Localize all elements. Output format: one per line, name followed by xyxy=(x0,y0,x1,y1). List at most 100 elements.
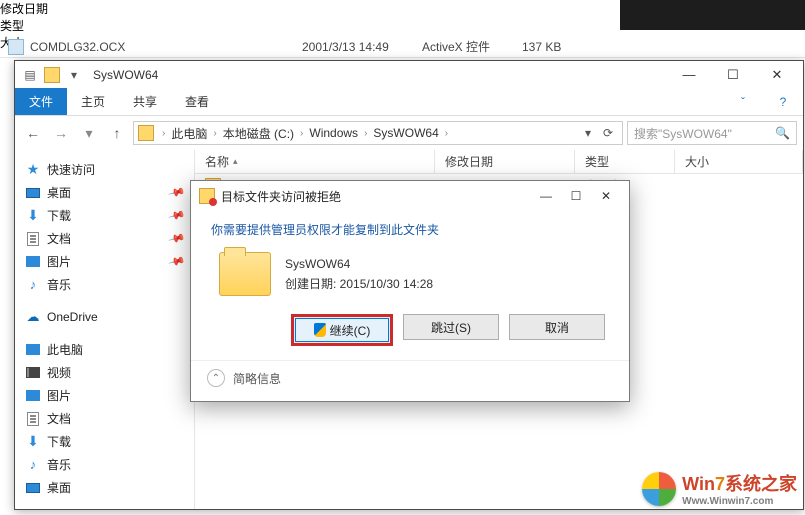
sidebar-item-videos[interactable]: 视频 xyxy=(19,361,190,384)
qat-dropdown[interactable]: ▾ xyxy=(63,64,85,86)
col-name[interactable]: 名称▴ xyxy=(195,150,435,173)
sidebar-item-music[interactable]: ♪音乐 xyxy=(19,273,190,296)
parent-file-type: ActiveX 控件 xyxy=(422,38,522,55)
music-icon: ♪ xyxy=(25,277,41,293)
window-maximize-button[interactable]: ☐ xyxy=(711,61,755,89)
video-icon xyxy=(25,365,41,381)
sidebar-quick-access[interactable]: ★快速访问 xyxy=(19,158,190,181)
sidebar-item-desktop-pc[interactable]: 桌面 xyxy=(19,476,190,499)
crumb-windows[interactable]: Windows xyxy=(307,126,360,140)
pc-icon xyxy=(25,342,41,358)
crumb-thispc[interactable]: 此电脑 xyxy=(169,125,209,142)
nav-back-button[interactable]: ← xyxy=(21,121,45,145)
search-input[interactable]: 搜索"SysWOW64" 🔍 xyxy=(627,121,797,145)
ribbon-tab-share[interactable]: 共享 xyxy=(119,88,171,115)
pin-icon: 📌 xyxy=(168,183,186,201)
refresh-button[interactable]: ⟳ xyxy=(598,126,618,140)
dialog-close-button[interactable]: ✕ xyxy=(591,184,621,208)
sidebar-item-music-pc[interactable]: ♪音乐 xyxy=(19,453,190,476)
dialog-folder-name: SysWOW64 xyxy=(285,257,433,271)
chevron-up-icon: ⌃ xyxy=(207,369,225,387)
sort-caret-icon: ▴ xyxy=(233,156,238,167)
dialog-title: 目标文件夹访问被拒绝 xyxy=(221,188,531,205)
crumb-drive-c[interactable]: 本地磁盘 (C:) xyxy=(221,125,296,142)
music-icon: ♪ xyxy=(25,457,41,473)
uac-shield-icon xyxy=(314,323,326,337)
dialog-minimize-button[interactable]: — xyxy=(531,184,561,208)
sidebar-item-documents-pc[interactable]: 文档 xyxy=(19,407,190,430)
pictures-icon xyxy=(25,388,41,404)
crumb-syswow64[interactable]: SysWOW64 xyxy=(371,126,440,140)
ribbon-file-tab[interactable]: 文件 xyxy=(15,88,67,115)
ribbon-tab-view[interactable]: 查看 xyxy=(171,88,223,115)
parent-file-name: COMDLG32.OCX xyxy=(30,40,302,54)
chevron-right-icon[interactable]: › xyxy=(360,128,371,139)
sidebar-item-pictures-pc[interactable]: 图片 xyxy=(19,384,190,407)
chevron-right-icon[interactable]: › xyxy=(209,128,220,139)
ribbon: 文件 主页 共享 查看 ˇ ? xyxy=(15,88,803,116)
windows-flag-icon xyxy=(642,472,676,506)
pin-icon: 📌 xyxy=(168,252,186,270)
dialog-maximize-button[interactable]: ☐ xyxy=(561,184,591,208)
cancel-button[interactable]: 取消 xyxy=(509,314,605,340)
continue-button[interactable]: 继续(C) xyxy=(291,314,393,346)
col-type[interactable]: 类型 xyxy=(575,150,675,173)
pin-icon: 📌 xyxy=(168,206,186,224)
access-denied-dialog: 目标文件夹访问被拒绝 — ☐ ✕ 你需要提供管理员权限才能复制到此文件夹 Sys… xyxy=(190,180,630,402)
folder-large-icon xyxy=(219,252,271,296)
window-minimize-button[interactable]: — xyxy=(667,61,711,89)
search-placeholder: 搜索"SysWOW64" xyxy=(634,125,732,142)
address-dropdown-button[interactable]: ▾ xyxy=(578,126,598,140)
document-icon xyxy=(25,231,41,247)
sidebar-item-downloads-pc[interactable]: ⬇下载 xyxy=(19,430,190,453)
ocx-file-icon xyxy=(8,39,24,55)
sidebar-onedrive[interactable]: ☁OneDrive xyxy=(19,306,190,328)
navigation-sidebar: ★快速访问 桌面📌 ⬇下载📌 文档📌 图片📌 ♪音乐 ☁OneDrive 此电脑… xyxy=(15,150,195,509)
desktop-icon xyxy=(25,480,41,496)
pictures-icon xyxy=(25,254,41,270)
search-icon[interactable]: 🔍 xyxy=(775,126,790,140)
ribbon-tab-home[interactable]: 主页 xyxy=(67,88,119,115)
parent-file-size: 137 KB xyxy=(522,40,602,54)
ribbon-help-button[interactable]: ? xyxy=(763,88,803,115)
sidebar-item-downloads[interactable]: ⬇下载📌 xyxy=(19,204,190,227)
dialog-titlebar[interactable]: 目标文件夹访问被拒绝 — ☐ ✕ xyxy=(191,181,629,211)
pin-icon: 📌 xyxy=(168,229,186,247)
background-dark-region xyxy=(620,0,805,30)
folder-icon xyxy=(138,125,154,141)
parent-file-date: 2001/3/13 14:49 xyxy=(302,40,422,54)
parent-file-row[interactable]: COMDLG32.OCX 2001/3/13 14:49 ActiveX 控件 … xyxy=(8,38,797,55)
qat-properties-button[interactable]: ▤ xyxy=(19,64,41,86)
chevron-right-icon[interactable]: › xyxy=(441,128,452,139)
dialog-folder-created: 创建日期: 2015/10/30 14:28 xyxy=(285,275,433,292)
ribbon-expand-button[interactable]: ˇ xyxy=(723,88,763,115)
col-date[interactable]: 修改日期 xyxy=(435,150,575,173)
titlebar[interactable]: ▤ ▾ SysWOW64 — ☐ ✕ xyxy=(15,60,803,88)
sidebar-item-desktop[interactable]: 桌面📌 xyxy=(19,181,190,204)
navigation-bar: ← → ▾ ↑ › 此电脑 › 本地磁盘 (C:) › Windows › Sy… xyxy=(15,116,803,150)
nav-history-dropdown[interactable]: ▾ xyxy=(77,121,101,145)
download-icon: ⬇ xyxy=(25,434,41,450)
cloud-icon: ☁ xyxy=(25,309,41,325)
col-size[interactable]: 大小 xyxy=(675,150,803,173)
sidebar-item-pictures[interactable]: 图片📌 xyxy=(19,250,190,273)
column-headers: 名称▴ 修改日期 类型 大小 xyxy=(195,150,803,174)
sidebar-item-documents[interactable]: 文档📌 xyxy=(19,227,190,250)
window-title: SysWOW64 xyxy=(93,68,667,82)
chevron-right-icon[interactable]: › xyxy=(158,128,169,139)
window-close-button[interactable]: ✕ xyxy=(755,61,799,89)
dialog-message: 你需要提供管理员权限才能复制到此文件夹 xyxy=(211,221,609,238)
download-icon: ⬇ xyxy=(25,208,41,224)
chevron-right-icon[interactable]: › xyxy=(296,128,307,139)
document-icon xyxy=(25,411,41,427)
nav-forward-button[interactable]: → xyxy=(49,121,73,145)
address-bar[interactable]: › 此电脑 › 本地磁盘 (C:) › Windows › SysWOW64 ›… xyxy=(133,121,623,145)
folder-denied-icon xyxy=(199,188,215,204)
site-watermark: Win7系统之家 Www.Winwin7.com xyxy=(642,470,797,507)
dialog-details-toggle[interactable]: ⌃ 简略信息 xyxy=(191,360,629,401)
skip-button[interactable]: 跳过(S) xyxy=(403,314,499,340)
nav-up-button[interactable]: ↑ xyxy=(105,121,129,145)
desktop-icon xyxy=(25,185,41,201)
qat-newfolder-button[interactable] xyxy=(41,64,63,86)
sidebar-thispc[interactable]: 此电脑 xyxy=(19,338,190,361)
